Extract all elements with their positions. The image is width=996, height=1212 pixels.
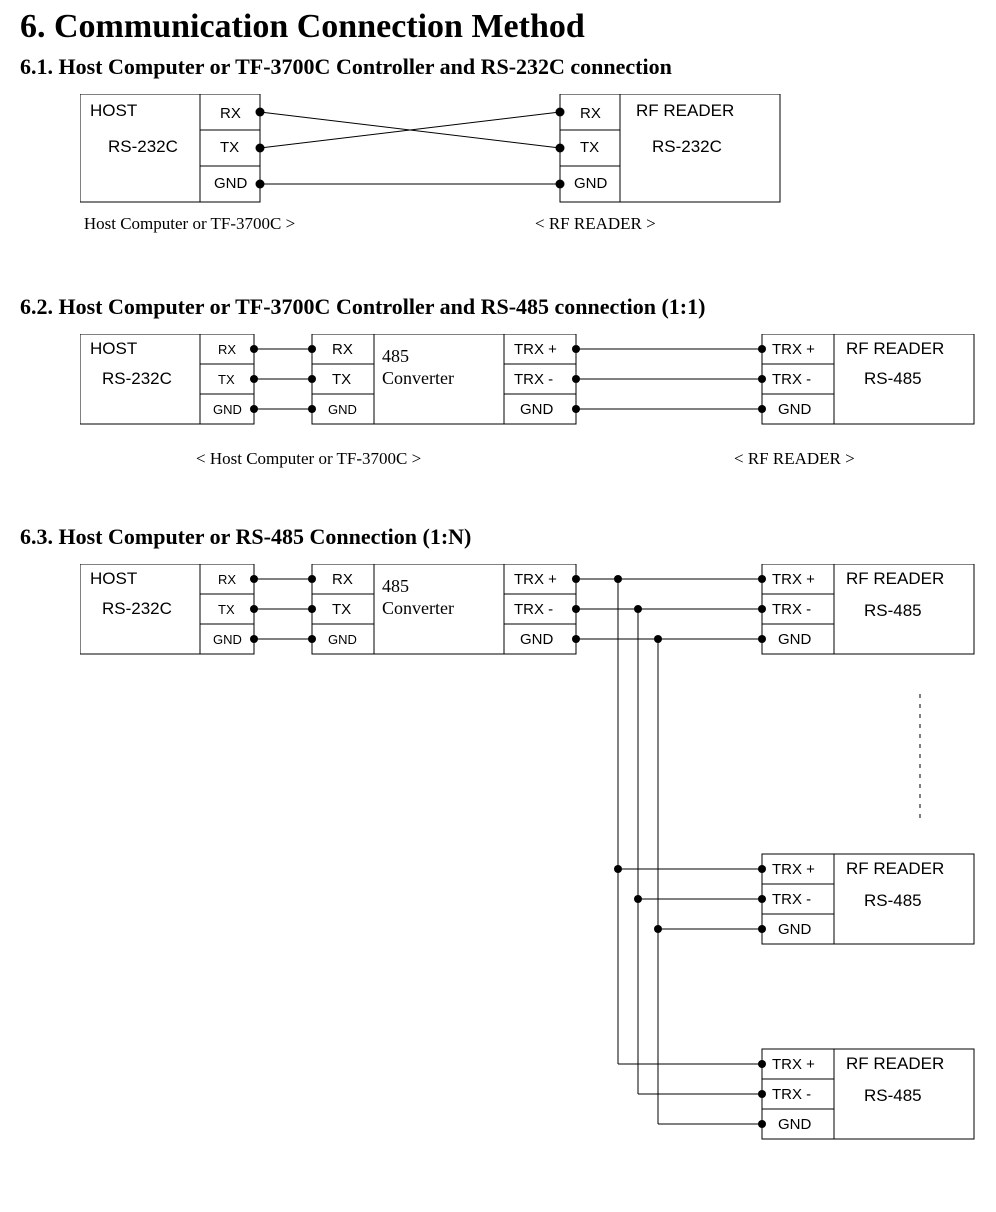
caption-host-61: < Host Computer or TF-3700C >: [80, 214, 295, 233]
r1-trxm: TRX -: [772, 601, 811, 618]
pin-rx-62: RX: [218, 342, 236, 357]
conv-trxp: TRX +: [514, 341, 557, 358]
caption-reader-61: < RF READER >: [535, 214, 656, 233]
r3-gnd: GND: [778, 1116, 812, 1133]
caption-reader-62: < RF READER >: [734, 449, 855, 468]
reader-sub-62: RS-485: [864, 369, 922, 388]
conv-gnd-r: GND: [520, 401, 554, 418]
pin-tx-62: TX: [218, 372, 235, 387]
conv-label2-62: Converter: [382, 368, 454, 388]
r1-label: RF READER: [846, 569, 944, 588]
r3-label: RF READER: [846, 1054, 944, 1073]
page-title: 6. Communication Connection Method: [20, 8, 976, 46]
conv-gnd-l-63: GND: [328, 632, 357, 647]
pin-tx-63: TX: [218, 602, 235, 617]
reader-sub: RS-232C: [652, 137, 722, 156]
host-sub: RS-232C: [108, 137, 178, 156]
conv-tx-63: TX: [332, 601, 351, 618]
r3-trxp: TRX +: [772, 1056, 815, 1073]
conv-rx: RX: [332, 341, 353, 358]
pin-gnd-r: GND: [574, 175, 608, 192]
r1-trxp: TRX +: [772, 571, 815, 588]
r2-gnd: GND: [778, 921, 812, 938]
pin-gnd-62: GND: [213, 402, 242, 417]
conv-label1-63: 485: [382, 576, 409, 596]
host-label-63: HOST: [90, 569, 137, 588]
conv-tx: TX: [332, 371, 351, 388]
pin-rx: RX: [220, 105, 241, 122]
r1-sub: RS-485: [864, 601, 922, 620]
conv-trxm-63: TRX -: [514, 601, 553, 618]
r2-sub: RS-485: [864, 891, 922, 910]
reader-trxm-62: TRX -: [772, 371, 811, 388]
reader-gnd-62: GND: [778, 401, 812, 418]
host-label-62: HOST: [90, 339, 137, 358]
diagram-6-3: HOST RS-232C RX TX GND RX TX GND 485 Con…: [80, 564, 976, 1174]
pin-rx-r: RX: [580, 105, 601, 122]
diagram-6-2: HOST RS-232C RX TX GND RX TX GND 485 Con…: [80, 334, 976, 494]
host-sub-63: RS-232C: [102, 599, 172, 618]
section-6-1-heading: 6.1. Host Computer or TF-3700C Controlle…: [20, 54, 976, 80]
reader-label-62: RF READER: [846, 339, 944, 358]
section-6-3-heading: 6.3. Host Computer or RS-485 Connection …: [20, 524, 976, 550]
pin-tx: TX: [220, 139, 239, 156]
r3-trxm: TRX -: [772, 1086, 811, 1103]
conv-trxp-63: TRX +: [514, 571, 557, 588]
r3-sub: RS-485: [864, 1086, 922, 1105]
host-label: HOST: [90, 101, 137, 120]
caption-host-62: < Host Computer or TF-3700C >: [196, 449, 421, 468]
reader-label: RF READER: [636, 101, 734, 120]
pin-gnd: GND: [214, 175, 248, 192]
section-6-2-heading: 6.2. Host Computer or TF-3700C Controlle…: [20, 294, 976, 320]
conv-gnd-l: GND: [328, 402, 357, 417]
diagram-6-1: HOST RS-232C RX TX GND RF READER RS-232C…: [80, 94, 976, 264]
pin-tx-r: TX: [580, 139, 599, 156]
conv-label1-62: 485: [382, 346, 409, 366]
r2-trxp: TRX +: [772, 861, 815, 878]
pin-rx-63: RX: [218, 572, 236, 587]
conv-rx-63: RX: [332, 571, 353, 588]
conv-trxm: TRX -: [514, 371, 553, 388]
r2-label: RF READER: [846, 859, 944, 878]
r2-trxm: TRX -: [772, 891, 811, 908]
host-sub-62: RS-232C: [102, 369, 172, 388]
conv-gnd-r-63: GND: [520, 631, 554, 648]
pin-gnd-63: GND: [213, 632, 242, 647]
conv-label2-63: Converter: [382, 598, 454, 618]
reader-trxp-62: TRX +: [772, 341, 815, 358]
r1-gnd: GND: [778, 631, 812, 648]
